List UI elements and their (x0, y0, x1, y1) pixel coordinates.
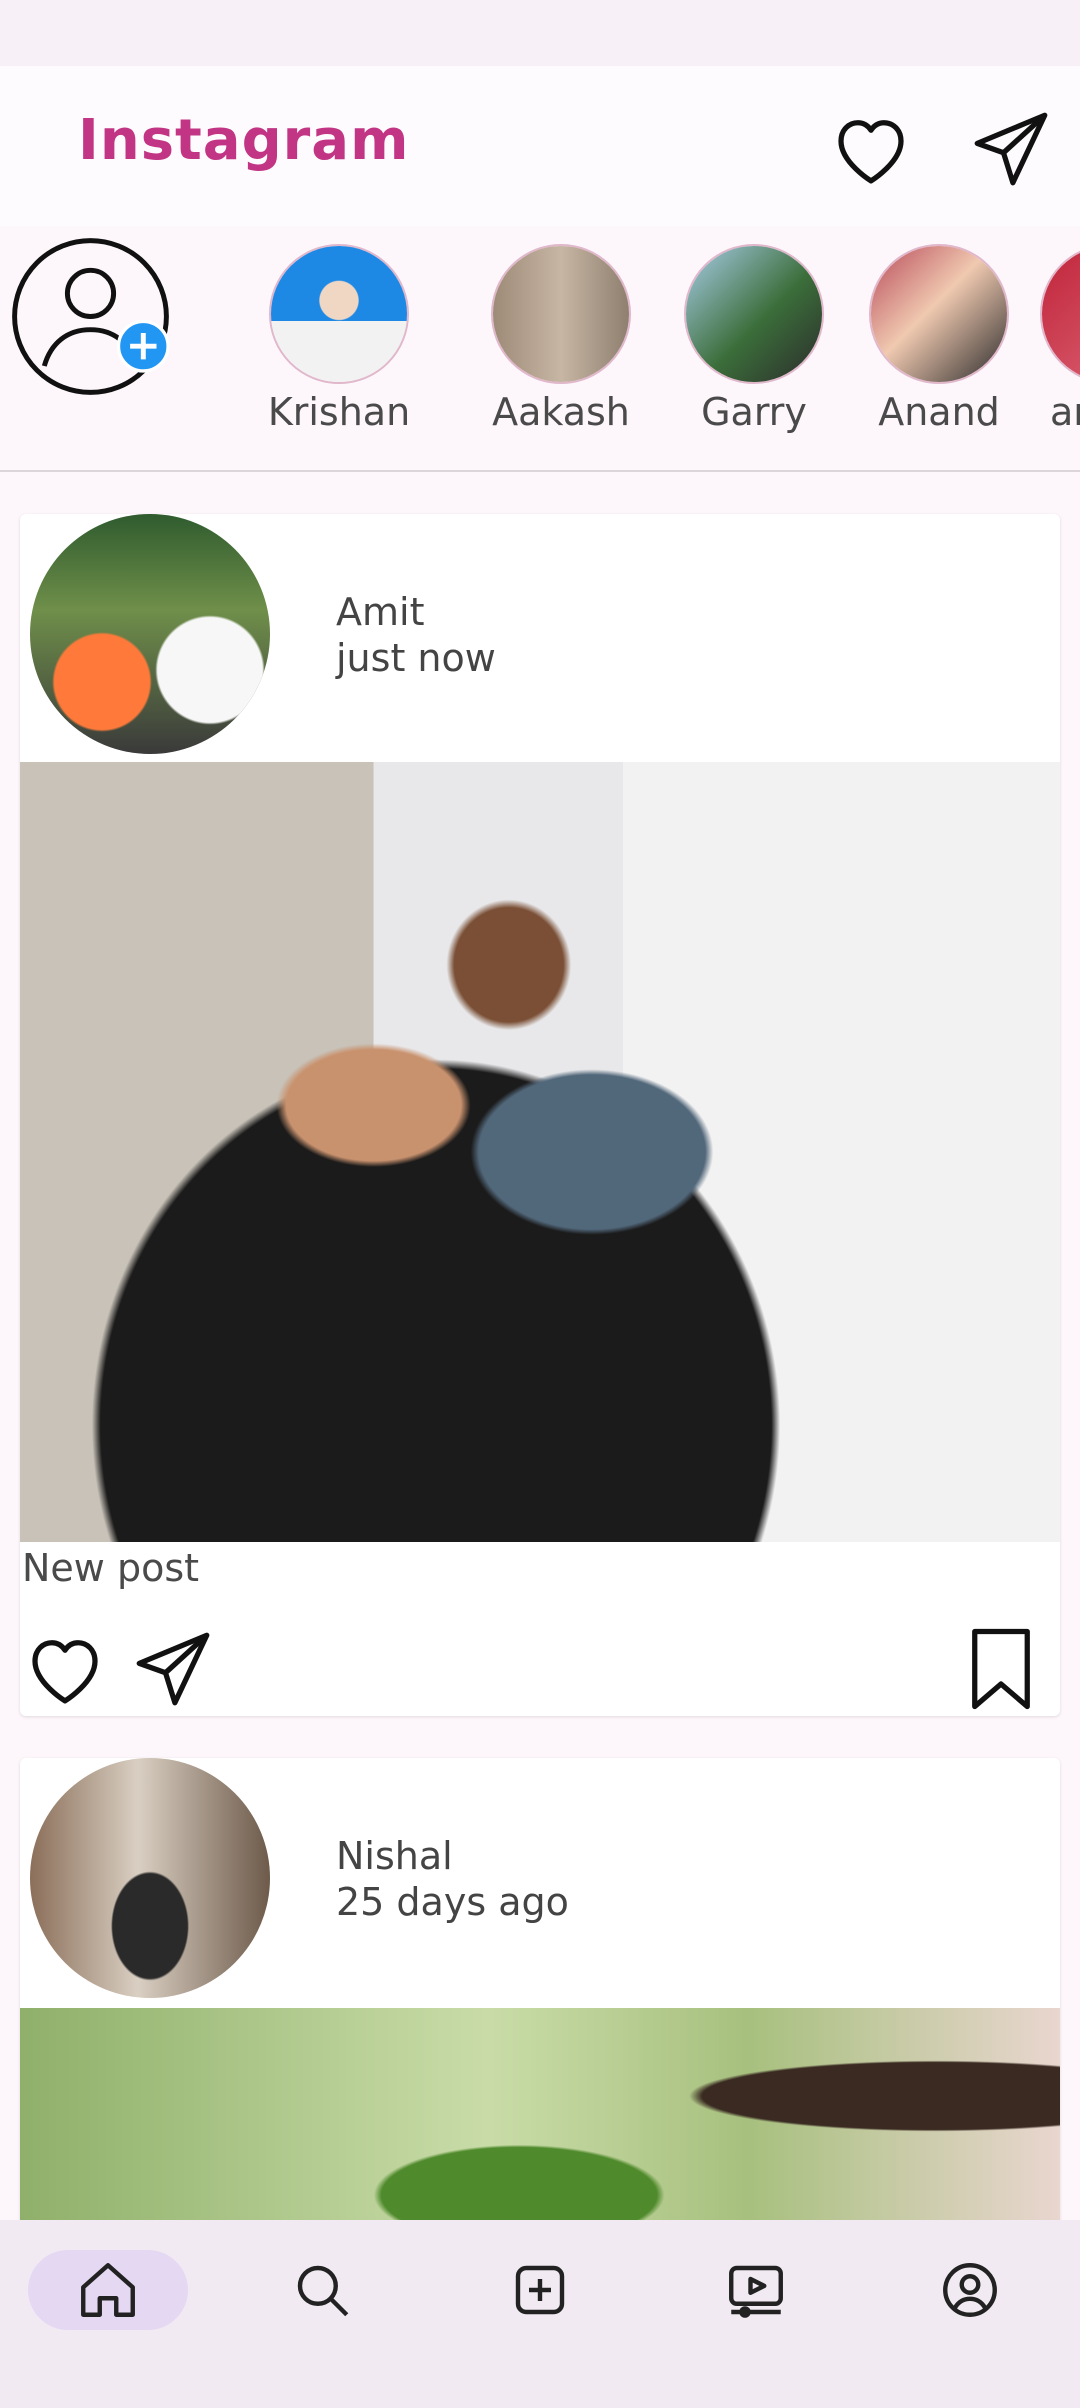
post-author-avatar[interactable] (30, 1758, 270, 1998)
post-meta: Nishal 25 days ago (336, 1833, 569, 1925)
home-icon (81, 2263, 135, 2317)
like-icon[interactable] (20, 1624, 110, 1714)
post-caption: New post (22, 1546, 200, 1590)
divider (0, 470, 1080, 472)
nav-reels[interactable] (676, 2250, 836, 2330)
story-avatar (684, 244, 824, 384)
top-bar: Instagram (0, 66, 1080, 226)
story-name: Krishan (267, 390, 411, 434)
story-name: Anand (878, 390, 1000, 434)
app-title: Instagram (78, 108, 410, 173)
post-meta: Amit just now (336, 589, 496, 681)
story-name: ar (1050, 390, 1080, 434)
share-icon[interactable] (128, 1624, 218, 1714)
story-item[interactable]: Garry (679, 244, 829, 434)
heart-icon[interactable] (826, 104, 916, 194)
reels-icon (729, 2265, 783, 2318)
add-post-icon (515, 2265, 565, 2315)
nav-profile[interactable] (890, 2250, 1050, 2330)
post-author-avatar[interactable] (30, 514, 270, 754)
stories-row: Krishan Aakash Garry Anand ar (0, 226, 1080, 471)
post-author[interactable]: Amit (336, 589, 496, 635)
story-item[interactable]: ar (1040, 244, 1080, 434)
story-avatar (1040, 244, 1080, 384)
post-author[interactable]: Nishal (336, 1833, 569, 1879)
nav-search[interactable] (242, 2250, 402, 2330)
story-avatar (491, 244, 631, 384)
story-item[interactable]: Anand (864, 244, 1014, 434)
post-time: 25 days ago (336, 1880, 569, 1924)
profile-icon (943, 2263, 997, 2317)
my-story-add[interactable] (8, 234, 173, 399)
post-card: Nishal 25 days ago (20, 1758, 1060, 2228)
story-item[interactable]: Krishan (264, 244, 414, 434)
search-icon (297, 2265, 349, 2317)
nav-home[interactable] (28, 2250, 188, 2330)
nav-add-post[interactable] (460, 2250, 620, 2330)
direct-message-icon[interactable] (966, 104, 1056, 194)
status-bar (0, 0, 1080, 66)
story-item[interactable]: Aakash (486, 244, 636, 434)
story-name: Garry (701, 390, 807, 434)
post-card: Amit just now New post (20, 514, 1060, 1716)
bookmark-icon[interactable] (962, 1624, 1040, 1714)
story-avatar (269, 244, 409, 384)
story-name: Aakash (492, 390, 630, 434)
add-story-icon (12, 238, 170, 395)
bottom-nav (0, 2220, 1080, 2408)
post-image[interactable] (20, 2008, 1060, 2228)
story-avatar (869, 244, 1009, 384)
post-image[interactable] (20, 762, 1060, 1542)
post-time: just now (336, 636, 496, 680)
